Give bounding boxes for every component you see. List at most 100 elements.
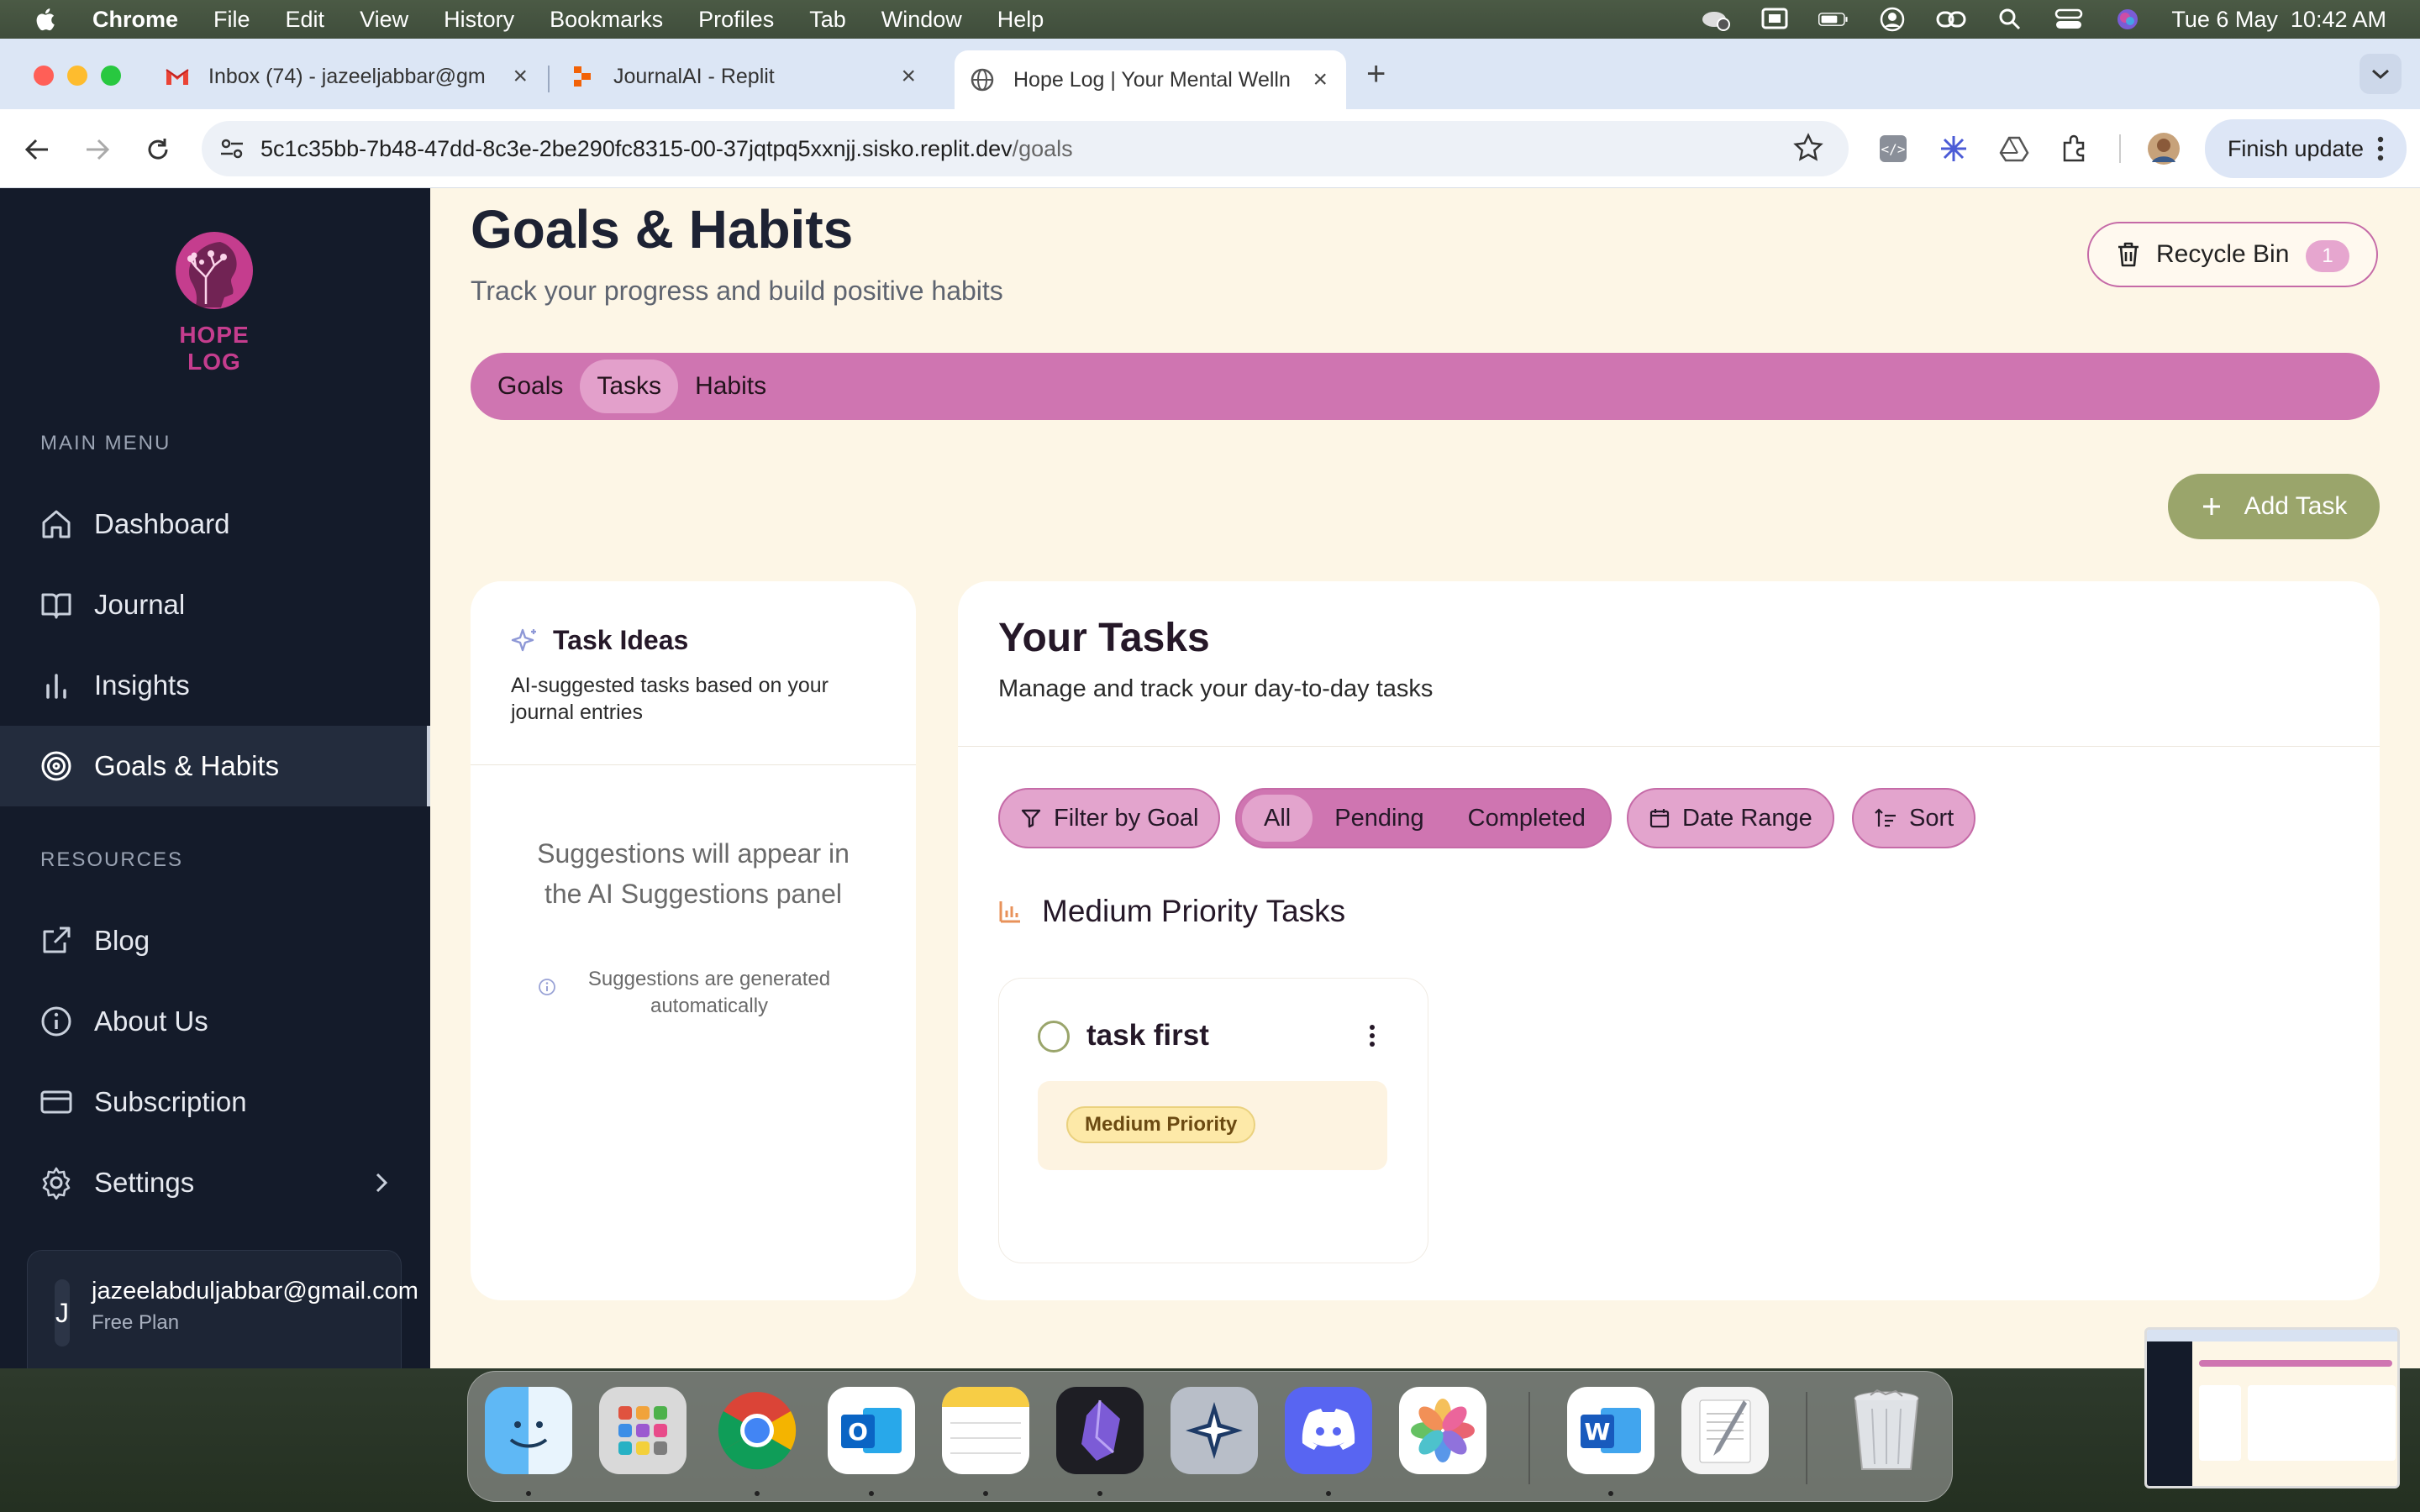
user-account-icon[interactable] <box>1877 7 1907 32</box>
svg-text:</>: </> <box>1881 141 1906 157</box>
notes-icon[interactable] <box>942 1387 1029 1474</box>
url-path: /goals <box>1012 135 1073 161</box>
finder-icon[interactable] <box>485 1387 572 1474</box>
add-task-label: Add Task <box>2244 492 2348 520</box>
link-icon[interactable] <box>1936 7 1966 32</box>
menu-window[interactable]: Window <box>881 7 962 33</box>
task-complete-checkbox[interactable] <box>1038 1021 1070 1053</box>
sidebar-item-insights[interactable]: Insights <box>0 645 430 726</box>
filter-by-goal-button[interactable]: Filter by Goal <box>998 788 1221 848</box>
screenshot-thumbnail[interactable] <box>2144 1327 2400 1488</box>
obsidian-icon[interactable] <box>1056 1387 1144 1474</box>
tab-goals[interactable]: Goals <box>481 360 580 413</box>
status-filter-completed[interactable]: Completed <box>1446 795 1607 842</box>
sidebar-item-label: Goals & Habits <box>94 750 280 781</box>
priority-group-header: Medium Priority Tasks <box>998 894 1345 929</box>
photos-icon[interactable] <box>1399 1387 1486 1474</box>
gear-icon <box>39 1165 74 1200</box>
browser-tab-gmail[interactable]: Inbox (74) - jazeeljabbar@gm × <box>165 50 546 102</box>
back-button[interactable] <box>20 133 54 166</box>
trash-icon[interactable] <box>1843 1387 1930 1474</box>
sidebar-item-subscription[interactable]: Subscription <box>0 1062 430 1142</box>
menu-profiles[interactable]: Profiles <box>698 7 774 33</box>
launchpad-icon[interactable] <box>599 1387 687 1474</box>
textedit-icon[interactable] <box>1681 1387 1769 1474</box>
siri-icon[interactable] <box>2112 7 2143 32</box>
menu-tab[interactable]: Tab <box>809 7 846 33</box>
tab-search-button[interactable] <box>2360 54 2402 94</box>
sort-icon <box>1875 808 1896 827</box>
dock-separator <box>1806 1392 1807 1484</box>
control-center-icon[interactable] <box>2054 7 2084 32</box>
menubar-datetime[interactable]: Tue 6 May 10:42 AM <box>2171 7 2386 33</box>
screen-mirroring-icon[interactable] <box>1760 7 1790 32</box>
add-task-button[interactable]: Add Task <box>2168 474 2380 539</box>
menu-history[interactable]: History <box>444 7 514 33</box>
new-tab-button[interactable]: + <box>1366 55 1386 93</box>
profile-avatar[interactable] <box>2146 131 2181 166</box>
user-profile-card[interactable]: J jazeelabduljabbar@gmail.com Free Plan <box>27 1250 418 1368</box>
thumbnail-tasks-card <box>2248 1385 2396 1461</box>
discord-icon[interactable] <box>1285 1387 1372 1474</box>
filter-icon <box>1021 809 1041 828</box>
minimize-window-button[interactable] <box>67 66 87 86</box>
trash-icon <box>2118 242 2139 267</box>
recycle-bin-button[interactable]: Recycle Bin 1 <box>2087 222 2378 287</box>
page-subtitle: Track your progress and build positive h… <box>471 276 1003 306</box>
forward-button[interactable] <box>81 133 114 166</box>
close-tab-icon[interactable]: × <box>901 62 916 91</box>
apple-icon[interactable] <box>32 5 60 34</box>
more-vert-icon[interactable] <box>1369 1024 1376 1047</box>
reload-button[interactable] <box>141 133 175 166</box>
recycle-bin-label: Recycle Bin <box>2156 240 2290 268</box>
your-tasks-subtitle: Manage and track your day-to-day tasks <box>998 675 1434 702</box>
status-filter-pending[interactable]: Pending <box>1313 795 1445 842</box>
menu-edit[interactable]: Edit <box>286 7 325 33</box>
tab-habits[interactable]: Habits <box>678 360 783 413</box>
url-host: 5c1c35bb-7b48-47dd-8c3e-2be290fc8315-00-… <box>260 135 1013 161</box>
menu-bookmarks[interactable]: Bookmarks <box>550 7 663 33</box>
outlook-icon[interactable]: O <box>828 1387 915 1474</box>
sort-button[interactable]: Sort <box>1852 788 1976 848</box>
drive-extension-icon[interactable] <box>1996 131 2032 166</box>
snowflake-extension-icon[interactable] <box>1936 131 1971 166</box>
creative-cloud-icon[interactable] <box>1701 7 1731 32</box>
status-filter-all[interactable]: All <box>1242 795 1313 842</box>
date-range-button[interactable]: Date Range <box>1627 788 1834 848</box>
task-card[interactable]: task first Medium Priority <box>998 978 1428 1263</box>
sidebar-item-settings[interactable]: Settings <box>0 1142 430 1223</box>
perplexity-icon[interactable] <box>1171 1387 1258 1474</box>
thumbnail-sidebar <box>2147 1341 2192 1486</box>
sidebar-item-dashboard[interactable]: Dashboard <box>0 484 430 564</box>
section-tabs: Goals Tasks Habits <box>471 353 2380 420</box>
menu-view[interactable]: View <box>360 7 408 33</box>
dev-tools-extension-icon[interactable]: </> <box>1876 131 1911 166</box>
battery-icon[interactable] <box>1818 7 1849 32</box>
sidebar-item-journal[interactable]: Journal <box>0 564 430 645</box>
menu-file[interactable]: File <box>213 7 250 33</box>
menu-help[interactable]: Help <box>997 7 1044 33</box>
menu-app-name[interactable]: Chrome <box>92 7 178 33</box>
zoom-window-button[interactable] <box>101 66 121 86</box>
divider <box>471 764 916 765</box>
sidebar-item-about-us[interactable]: About Us <box>0 981 430 1062</box>
site-info-icon[interactable] <box>217 134 247 164</box>
close-tab-icon[interactable]: × <box>1313 66 1328 94</box>
address-bar[interactable]: 5c1c35bb-7b48-47dd-8c3e-2be290fc8315-00-… <box>202 121 1849 176</box>
sidebar-item-label: Subscription <box>94 1086 247 1117</box>
finish-update-button[interactable]: Finish update <box>2205 119 2407 178</box>
browser-tab-replit[interactable]: JournalAI - Replit × <box>570 50 934 102</box>
sidebar-item-blog[interactable]: Blog <box>0 900 430 981</box>
close-tab-icon[interactable]: × <box>513 62 528 91</box>
tab-tasks[interactable]: Tasks <box>580 360 679 413</box>
extensions-puzzle-icon[interactable] <box>2057 131 2092 166</box>
sparkles-icon <box>511 628 536 651</box>
browser-tab-hope-log[interactable]: Hope Log | Your Mental Welln × <box>955 50 1346 109</box>
chrome-icon[interactable] <box>713 1387 801 1474</box>
spotlight-search-icon[interactable] <box>1995 7 2025 32</box>
app-logo[interactable]: HOPE LOG <box>160 228 269 375</box>
bookmark-star-icon[interactable] <box>1793 133 1823 169</box>
word-icon[interactable]: W <box>1567 1387 1655 1474</box>
sidebar-item-goals-habits[interactable]: Goals & Habits <box>0 726 430 806</box>
close-window-button[interactable] <box>34 66 54 86</box>
